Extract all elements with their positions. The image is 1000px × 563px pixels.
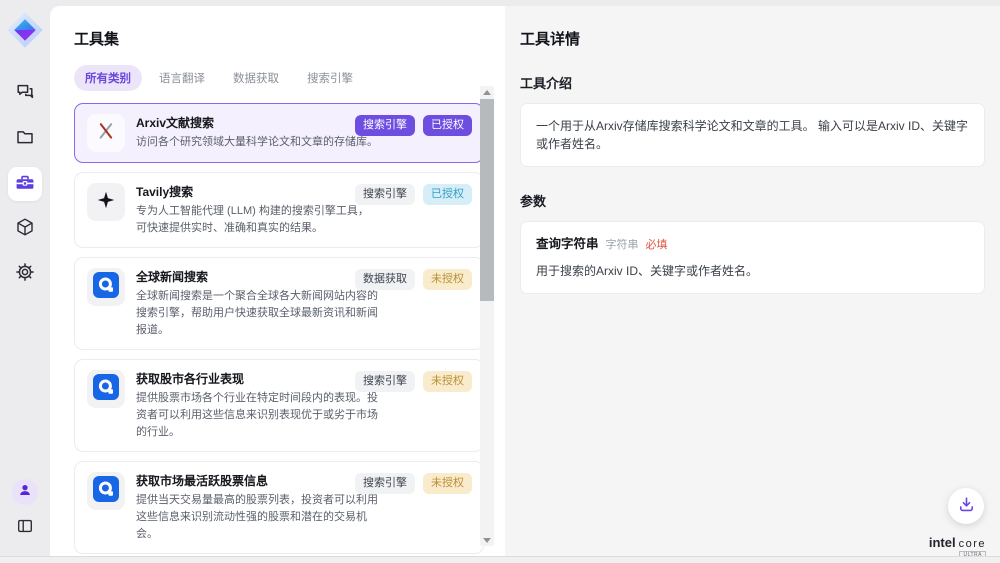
- scrollbar-thumb[interactable]: [480, 99, 494, 301]
- tool-description: 全球新闻搜索是一个聚合全球各大新闻网站内容的搜索引擎，帮助用户快速获取全球最新资…: [136, 288, 378, 339]
- status-badge: 已授权: [423, 184, 472, 205]
- folder-icon: [15, 127, 35, 152]
- category-badge: 搜索引擎: [355, 371, 415, 392]
- category-badge: 数据获取: [355, 269, 415, 290]
- sidebar-nav: [8, 77, 42, 291]
- intro-heading: 工具介绍: [520, 73, 985, 92]
- window-bottom-edge: [0, 556, 1000, 563]
- intro-text: 一个用于从Arxiv存储库搜索科学论文和文章的工具。 输入可以是Arxiv ID…: [536, 119, 968, 151]
- sidebar-item-models[interactable]: [8, 212, 42, 246]
- download-icon: [957, 495, 976, 517]
- chat-icon: [15, 82, 35, 107]
- toolset-panel: 工具集 所有类别 语言翻译 数据获取 搜索引擎 Arxiv: [50, 6, 505, 556]
- scroll-down-arrow-icon: [483, 538, 491, 543]
- scroll-up-arrow-icon: [483, 90, 491, 95]
- tool-description: 提供股票市场各个行业在特定时间段内的表现。投资者可以利用这些信息来识别表现优于或…: [136, 390, 378, 441]
- param-description: 用于搜索的Arxiv ID、关键字或作者姓名。: [536, 262, 969, 280]
- toolset-title: 工具集: [74, 28, 505, 49]
- main-area: 工具集 所有类别 语言翻译 数据获取 搜索引擎 Arxiv: [50, 6, 1000, 556]
- status-badge: 未授权: [423, 269, 472, 290]
- tool-icon-box: [87, 472, 125, 510]
- juhe-blue-icon: [93, 476, 119, 507]
- status-badge: 已授权: [423, 115, 472, 136]
- intro-card: 一个用于从Arxiv存储库搜索科学论文和文章的工具。 输入可以是Arxiv ID…: [520, 103, 985, 167]
- tab-data-fetch[interactable]: 数据获取: [222, 65, 290, 91]
- cube-icon: [15, 217, 35, 242]
- tool-description: 访问各个研究领域大量科学论文和文章的存储库。: [136, 134, 378, 151]
- tool-description: 专为人工智能代理 (LLM) 构建的搜索引擎工具，可快速提供实时、准确和真实的结…: [136, 203, 378, 237]
- arxiv-icon: [95, 120, 117, 147]
- sidebar-item-tools[interactable]: [8, 167, 42, 201]
- scroll-up-button[interactable]: [480, 86, 494, 98]
- status-badge: 未授权: [423, 473, 472, 494]
- sidebar-rail: [0, 0, 50, 556]
- sidebar-item-chat[interactable]: [8, 77, 42, 111]
- scroll-down-button[interactable]: [480, 534, 494, 546]
- tool-list: Arxiv文献搜索 访问各个研究领域大量科学论文和文章的存储库。 搜索引擎 已授…: [74, 103, 484, 563]
- tab-translation[interactable]: 语言翻译: [148, 65, 216, 91]
- tool-card-sector-performance[interactable]: 获取股市各行业表现 提供股票市场各个行业在特定时间段内的表现。投资者可以利用这些…: [74, 359, 484, 452]
- tool-icon-box: [87, 114, 125, 152]
- tool-icon-box: [87, 268, 125, 306]
- tool-card-most-active-stocks[interactable]: 获取市场最活跃股票信息 提供当天交易量最高的股票列表，投资者可以利用这些信息来识…: [74, 461, 484, 554]
- sidebar-bottom: [11, 479, 39, 542]
- tool-icon-box: [87, 183, 125, 221]
- tool-card-tavily[interactable]: Tavily搜索 专为人工智能代理 (LLM) 构建的搜索引擎工具，可快速提供实…: [74, 172, 484, 248]
- sidebar-item-settings[interactable]: [8, 257, 42, 291]
- brand-core-text: core: [959, 538, 986, 550]
- juhe-blue-icon: [93, 374, 119, 405]
- user-avatar[interactable]: [12, 479, 38, 505]
- gear-icon: [15, 262, 35, 287]
- toolbox-icon: [15, 172, 35, 197]
- tab-search-engine[interactable]: 搜索引擎: [296, 65, 364, 91]
- detail-title: 工具详情: [520, 28, 985, 49]
- brand-intel-text: intel: [929, 535, 956, 550]
- panel-toggle-button[interactable]: [11, 514, 39, 542]
- tool-card-arxiv[interactable]: Arxiv文献搜索 访问各个研究领域大量科学论文和文章的存储库。 搜索引擎 已授…: [74, 103, 484, 163]
- sidebar-item-files[interactable]: [8, 122, 42, 156]
- param-name: 查询字符串: [536, 235, 599, 253]
- category-tabs: 所有类别 语言翻译 数据获取 搜索引擎: [74, 65, 505, 91]
- panel-toggle-icon: [16, 517, 34, 540]
- download-button[interactable]: [948, 488, 984, 524]
- tavily-star-icon: [95, 189, 117, 216]
- status-badge: 未授权: [423, 371, 472, 392]
- tab-all-categories[interactable]: 所有类别: [74, 65, 142, 91]
- list-scrollbar[interactable]: [480, 86, 494, 546]
- params-heading: 参数: [520, 191, 985, 210]
- category-badge: 搜索引擎: [355, 473, 415, 494]
- juhe-blue-icon: [93, 272, 119, 303]
- param-type: 字符串: [606, 236, 639, 254]
- param-card: 查询字符串 字符串 必填 用于搜索的Arxiv ID、关键字或作者姓名。: [520, 221, 985, 294]
- category-badge: 搜索引擎: [355, 115, 415, 136]
- tool-card-global-news[interactable]: 全球新闻搜索 全球新闻搜索是一个聚合全球各大新闻网站内容的搜索引擎，帮助用户快速…: [74, 257, 484, 350]
- app-logo: [6, 11, 44, 49]
- tool-description: 提供当天交易量最高的股票列表，投资者可以利用这些信息来识别流动性强的股票和潜在的…: [136, 492, 378, 543]
- user-avatar-icon: [17, 482, 33, 503]
- category-badge: 搜索引擎: [355, 184, 415, 205]
- param-required-flag: 必填: [646, 236, 668, 254]
- tool-icon-box: [87, 370, 125, 408]
- gem-logo-icon: [6, 11, 44, 49]
- tool-detail-panel: 工具详情 工具介绍 一个用于从Arxiv存储库搜索科学论文和文章的工具。 输入可…: [505, 6, 1000, 556]
